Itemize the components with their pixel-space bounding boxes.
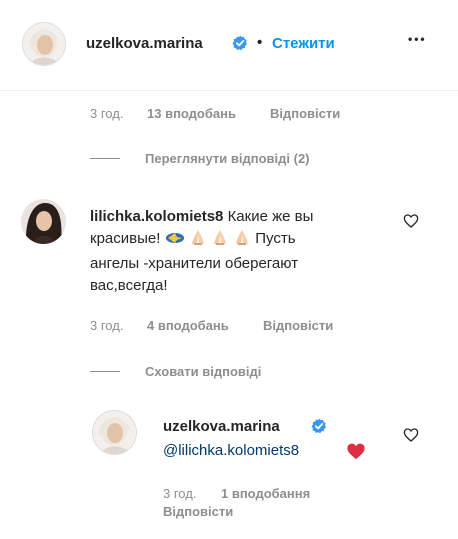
comment-text-2b: Пусть xyxy=(255,230,296,247)
reply-button[interactable]: Відповісти xyxy=(163,504,233,519)
commenter-username[interactable]: lilichka.kolomiets8 xyxy=(90,208,223,225)
comment-line-4: вас,всегда! xyxy=(90,277,168,294)
more-options-icon[interactable]: ••• xyxy=(408,32,427,46)
header-separator: • xyxy=(257,34,263,51)
folded-hands-emoji-icon xyxy=(189,228,207,253)
comment-time[interactable]: 3 год. xyxy=(90,318,123,333)
commenter-avatar[interactable] xyxy=(21,199,66,244)
comment-text-1: Какие же вы xyxy=(227,208,314,225)
shooting-star-emoji-icon xyxy=(165,230,185,253)
folded-hands-emoji-icon xyxy=(211,228,229,253)
reply-button[interactable]: Відповісти xyxy=(270,106,340,121)
reply-button[interactable]: Відповісти xyxy=(263,318,333,333)
comment-likes-count[interactable]: 4 вподобань xyxy=(147,318,229,333)
comment-meta-prev: 3 год. xyxy=(90,106,123,121)
comment-likes-count[interactable]: 13 вподобань xyxy=(147,106,236,121)
mention-link[interactable]: @lilichka.kolomiets8 xyxy=(163,440,299,462)
avatar[interactable] xyxy=(22,22,66,66)
thread-line xyxy=(90,158,120,159)
thread-line xyxy=(90,371,120,372)
reply-author-avatar[interactable] xyxy=(92,410,137,455)
comment-time[interactable]: 3 год. xyxy=(90,106,123,121)
reply-likes-count[interactable]: 1 вподобання xyxy=(221,486,310,501)
view-replies-button[interactable]: Переглянути відповіді (2) xyxy=(145,151,310,166)
post-header: uzelkova.marina • Стежити ••• xyxy=(0,0,458,91)
reply-time[interactable]: 3 год. xyxy=(163,486,196,501)
verified-badge-icon xyxy=(232,35,248,51)
comment-line-1: lilichka.kolomiets8 Какие же вы xyxy=(90,206,390,228)
comment-text-2: красивые! xyxy=(90,230,161,247)
like-reply-heart-icon[interactable] xyxy=(403,427,419,448)
comment-line-3: ангелы -хранители оберегают xyxy=(90,255,299,272)
folded-hands-emoji-icon xyxy=(233,228,251,253)
comment-body: lilichka.kolomiets8 Какие же вы красивые… xyxy=(90,206,390,297)
hide-replies-button[interactable]: Сховати відповіді xyxy=(145,364,261,379)
follow-button[interactable]: Стежити xyxy=(272,35,335,52)
like-comment-heart-icon[interactable] xyxy=(403,213,419,234)
red-heart-emoji-icon xyxy=(346,442,366,465)
verified-badge-icon xyxy=(311,418,327,434)
comment-line-2: красивые! Пусть xyxy=(90,228,390,253)
reply-author-username[interactable]: uzelkova.marina xyxy=(163,418,280,435)
post-author-username[interactable]: uzelkova.marina xyxy=(86,35,203,52)
